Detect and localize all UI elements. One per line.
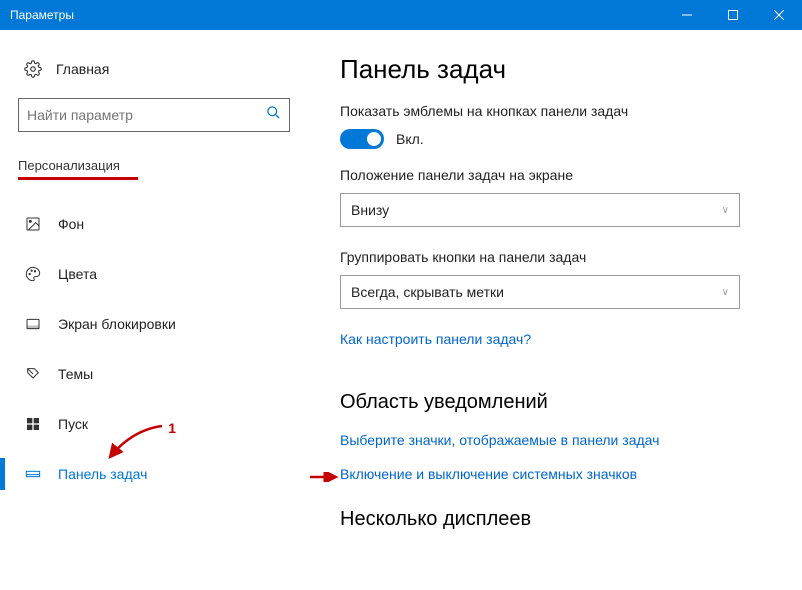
show-badges-toggle[interactable] (340, 129, 384, 149)
sidebar-item-label: Темы (58, 366, 93, 382)
category-header: Персонализация (18, 158, 292, 173)
window-controls (664, 0, 802, 30)
window-title: Параметры (10, 8, 664, 22)
sidebar-item-label: Пуск (58, 416, 88, 432)
sidebar-item-lockscreen[interactable]: Экран блокировки (18, 302, 292, 346)
system-icons-link[interactable]: Включение и выключение системных значков (340, 466, 767, 482)
titlebar: Параметры (0, 0, 802, 30)
gear-icon (24, 60, 42, 78)
select-icons-link[interactable]: Выберите значки, отображаемые в панели з… (340, 432, 767, 448)
sidebar-item-colors[interactable]: Цвета (18, 252, 292, 296)
image-icon (24, 216, 42, 232)
search-input[interactable] (19, 99, 289, 131)
position-label: Положение панели задач на экране (340, 167, 767, 183)
group-value: Всегда, скрывать метки (351, 284, 504, 300)
start-icon (24, 416, 42, 432)
sidebar-item-start[interactable]: Пуск (18, 402, 292, 446)
annotation-underline (18, 177, 138, 180)
palette-icon (24, 266, 42, 282)
sidebar: Главная Персонализация Фон (0, 52, 310, 590)
sidebar-item-taskbar[interactable]: Панель задач 1 (18, 452, 292, 496)
position-select[interactable]: Внизу ∨ (340, 193, 740, 227)
group-label: Группировать кнопки на панели задач (340, 249, 767, 265)
main-panel: Панель задач Показать эмблемы на кнопках… (310, 52, 802, 590)
group-select[interactable]: Всегда, скрывать метки ∨ (340, 275, 740, 309)
toggle-state-label: Вкл. (396, 131, 424, 147)
close-button[interactable] (756, 0, 802, 30)
page-title: Панель задач (340, 54, 767, 85)
position-value: Внизу (351, 202, 389, 218)
home-label: Главная (56, 61, 109, 77)
nav-list: Фон Цвета Экран блокировки Темы (18, 202, 292, 496)
search-icon (266, 105, 281, 125)
sidebar-item-background[interactable]: Фон (18, 202, 292, 246)
maximize-button[interactable] (710, 0, 756, 30)
home-button[interactable]: Главная (24, 60, 292, 78)
chevron-down-icon: ∨ (722, 205, 729, 216)
sidebar-item-label: Экран блокировки (58, 316, 176, 332)
minimize-button[interactable] (664, 0, 710, 30)
chevron-down-icon: ∨ (722, 287, 729, 298)
sidebar-item-themes[interactable]: Темы (18, 352, 292, 396)
sidebar-item-label: Фон (58, 216, 84, 232)
toggle-row: Вкл. (340, 129, 767, 149)
taskbar-icon (24, 466, 42, 482)
lockscreen-icon (24, 316, 42, 332)
displays-section-header: Несколько дисплеев (340, 508, 767, 531)
sidebar-item-label: Цвета (58, 266, 97, 282)
annotation-arrow-2 (310, 472, 340, 482)
search-box[interactable] (18, 98, 290, 132)
show-badges-label: Показать эмблемы на кнопках панели задач (340, 103, 767, 119)
themes-icon (24, 366, 42, 382)
content-area: Главная Персонализация Фон (0, 30, 802, 590)
sidebar-item-label: Панель задач (58, 466, 147, 482)
customize-link[interactable]: Как настроить панели задач? (340, 331, 531, 347)
notifications-section-header: Область уведомлений (340, 391, 767, 414)
